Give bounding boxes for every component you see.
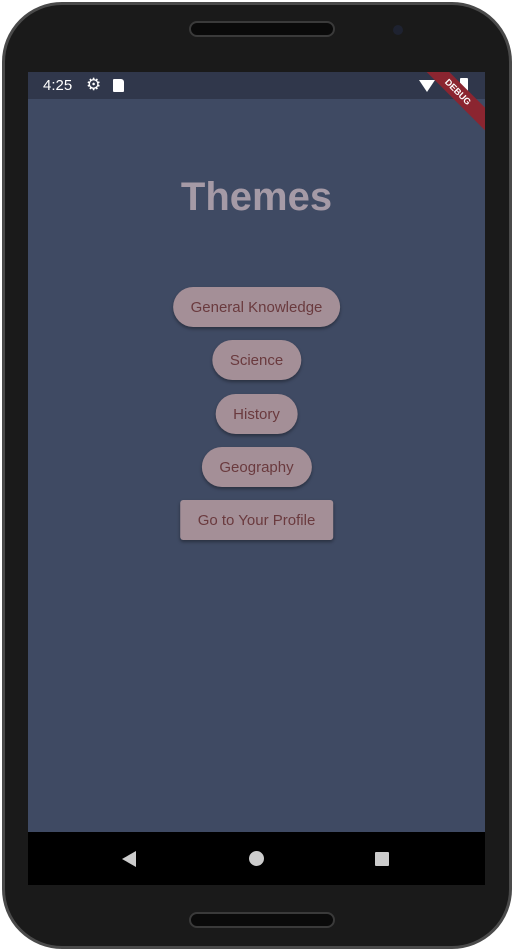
history-button[interactable]: History — [215, 394, 298, 434]
general-knowledge-button[interactable]: General Knowledge — [172, 287, 341, 327]
home-icon[interactable] — [249, 851, 264, 866]
recents-icon[interactable] — [375, 852, 389, 866]
top-speaker — [189, 21, 335, 37]
navigation-bar — [28, 832, 485, 885]
back-icon[interactable] — [122, 851, 136, 867]
screen: 4:25 ⚙ DEBUG Themes General Knowledge Sc… — [28, 72, 485, 885]
status-bar: 4:25 ⚙ — [28, 72, 485, 99]
geography-button[interactable]: Geography — [201, 447, 312, 487]
science-button[interactable]: Science — [211, 340, 302, 380]
wifi-icon — [419, 80, 435, 92]
status-time: 4:25 — [43, 77, 73, 94]
bottom-speaker — [189, 912, 335, 928]
profile-button[interactable]: Go to Your Profile — [179, 500, 334, 540]
page-title: Themes — [180, 175, 333, 219]
gear-icon: ⚙ — [86, 75, 102, 94]
sd-card-icon — [113, 79, 124, 92]
front-camera — [393, 25, 403, 35]
